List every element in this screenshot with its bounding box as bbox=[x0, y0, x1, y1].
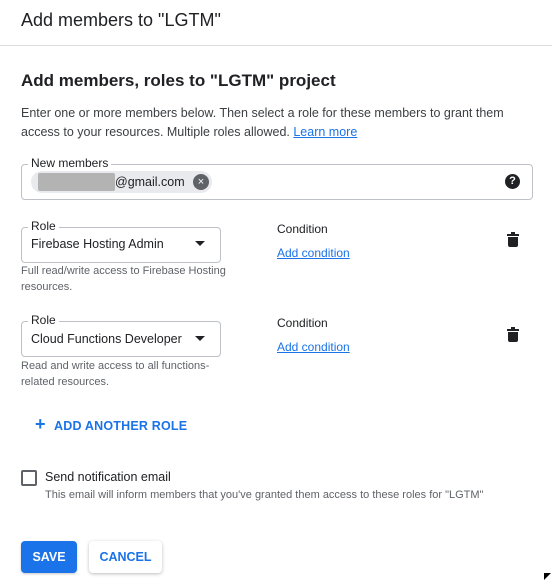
intro-text: Enter one or more members below. Then se… bbox=[21, 104, 541, 142]
chevron-down-icon[interactable] bbox=[195, 336, 205, 341]
send-notification-checkbox[interactable] bbox=[21, 470, 37, 486]
redacted-email-mask bbox=[38, 173, 115, 191]
send-notification-help: This email will inform members that you'… bbox=[45, 489, 484, 501]
role-label-1: Role bbox=[28, 219, 59, 233]
intro-body: Enter one or more members below. Then se… bbox=[21, 106, 504, 139]
add-another-role-label: ADD ANOTHER ROLE bbox=[54, 419, 188, 433]
role-description-1: Full read/write access to Firebase Hosti… bbox=[21, 265, 226, 293]
mouse-cursor bbox=[544, 573, 551, 580]
cancel-button[interactable]: CANCEL bbox=[89, 541, 162, 573]
role-value-1: Firebase Hosting Admin bbox=[31, 237, 164, 251]
add-condition-link-2[interactable]: Add condition bbox=[277, 340, 350, 354]
member-chip-text: @gmail.com bbox=[115, 175, 185, 189]
section-title: Add members, roles to "LGTM" project bbox=[21, 71, 336, 90]
save-button[interactable]: SAVE bbox=[21, 541, 77, 573]
chevron-down-icon[interactable] bbox=[195, 241, 205, 246]
trash-icon[interactable] bbox=[507, 327, 519, 343]
dialog-title: Add members to "LGTM" bbox=[21, 10, 221, 30]
role-description-2: Read and write access to all functions-r… bbox=[21, 360, 210, 388]
condition-label-1: Condition bbox=[277, 222, 328, 236]
role-value-2: Cloud Functions Developer bbox=[31, 332, 182, 346]
chip-remove-icon[interactable]: × bbox=[193, 174, 209, 190]
dialog-header: Add members to "LGTM" bbox=[0, 0, 552, 46]
send-notification-label: Send notification email bbox=[45, 470, 171, 484]
condition-label-2: Condition bbox=[277, 316, 328, 330]
new-members-label: New members bbox=[28, 156, 112, 170]
add-condition-link-1[interactable]: Add condition bbox=[277, 246, 350, 260]
role-label-2: Role bbox=[28, 313, 59, 327]
plus-icon: + bbox=[35, 414, 46, 434]
trash-icon[interactable] bbox=[507, 232, 519, 248]
help-icon[interactable]: ? bbox=[505, 174, 520, 189]
learn-more-link[interactable]: Learn more bbox=[293, 125, 357, 139]
